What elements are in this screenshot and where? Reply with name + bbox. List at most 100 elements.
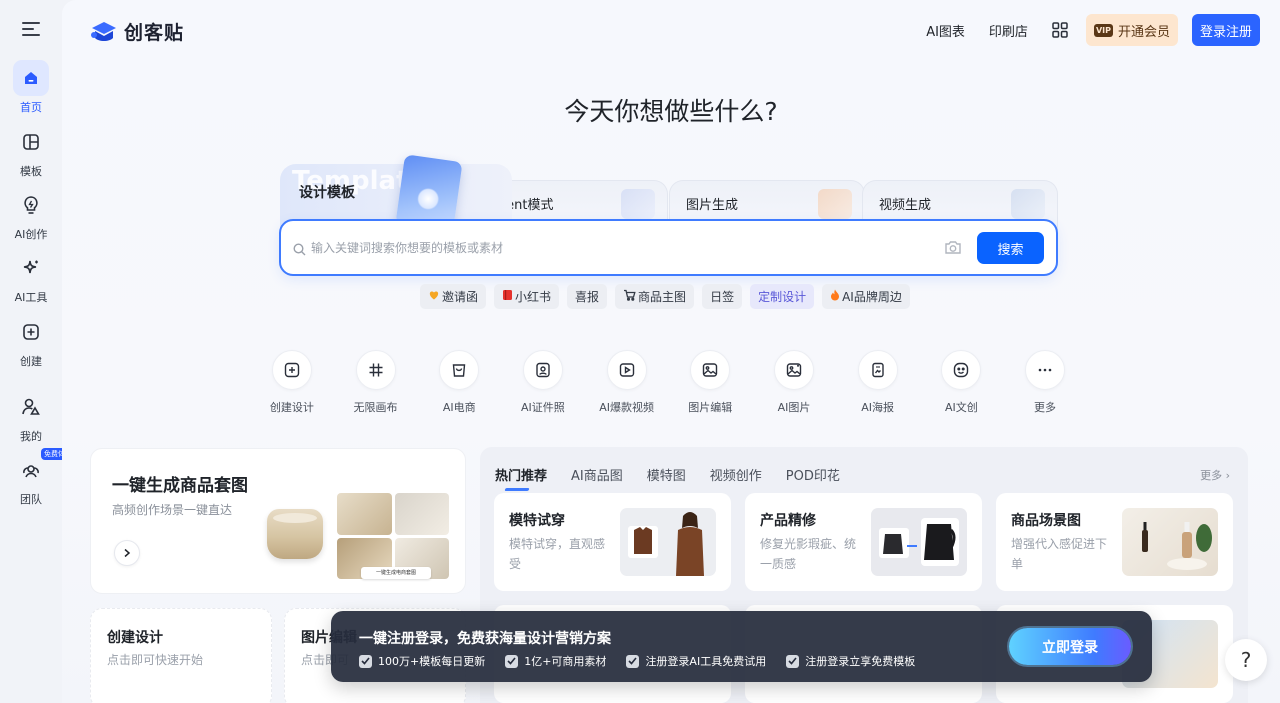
perk-label: 注册登录立享免费模板 (805, 655, 916, 668)
help-button[interactable]: ? (1225, 639, 1267, 681)
tag-label: 日签 (710, 290, 735, 304)
tab-thumbnail (818, 189, 852, 219)
tag-product-main-image[interactable]: 商品主图 (615, 284, 695, 309)
tool-ai-poster[interactable]: AI海报 (836, 350, 920, 415)
tab-model-image[interactable]: 模特图 (647, 465, 686, 484)
feature-card-product-set[interactable]: 一键生成商品套图 高频创作场景一键直达 一键生成电商套图 (90, 448, 466, 594)
tag-label: AI品牌周边 (842, 290, 902, 304)
card-title: 产品精修 (760, 513, 816, 529)
video-icon (606, 350, 647, 390)
quick-tools: 创建设计 无限画布 AI电商 AI证件照 AI爆款视频 图片编辑 AI图片 AI… (250, 350, 1087, 415)
tool-ai-cultural[interactable]: AI文创 (920, 350, 1004, 415)
tab-thumbnail (1011, 189, 1045, 219)
sidebar-item-ai-tools[interactable]: AI工具 (0, 250, 62, 305)
card-model-try-on[interactable]: 模特试穿 模特试穿，直观感受 (494, 493, 731, 591)
more-link[interactable]: 更多 › (1200, 467, 1230, 483)
team-icon: 免费体验 (13, 448, 75, 488)
tool-infinite-canvas[interactable]: 无限画布 (334, 350, 418, 415)
tag-label: 喜报 (575, 290, 600, 304)
page-headline: 今天你想做些什么? (564, 97, 778, 126)
user-shapes-icon (13, 389, 49, 425)
tab-video-creation[interactable]: 视频创作 (710, 465, 762, 484)
login-now-button[interactable]: 立即登录 (1009, 628, 1131, 665)
tab-ai-product-image[interactable]: AI商品图 (571, 465, 623, 484)
sidebar-item-label: AI工具 (14, 291, 48, 304)
search-input[interactable] (311, 236, 911, 260)
sidebar-item-team[interactable]: 免费体验 团队 (0, 448, 75, 507)
tag-good-news[interactable]: 喜报 (567, 284, 608, 309)
tool-label: AI海报 (861, 401, 895, 414)
sidebar-item-label: 首页 (20, 101, 42, 114)
sidebar-item-ai-create[interactable]: AI创作 (0, 187, 62, 242)
tool-ai-viral-video[interactable]: AI爆款视频 (585, 350, 669, 415)
chevron-right-icon: › (1225, 469, 1230, 482)
tab-label: 视频生成 (879, 198, 932, 213)
print-shop-link[interactable]: 印刷店 (989, 21, 1028, 40)
sidebar-item-templates[interactable]: 模板 (0, 124, 62, 179)
tab-hot-recommend[interactable]: 热门推荐 (495, 465, 547, 484)
cart-icon (623, 289, 636, 304)
vip-button[interactable]: VIP 开通会员 (1085, 14, 1178, 46)
tool-image-edit[interactable]: 图片编辑 (668, 350, 752, 415)
sidebar-item-create[interactable]: 创建 (0, 314, 62, 369)
tag-ai-brand-merch[interactable]: AI品牌周边 (822, 284, 910, 309)
card-create-design[interactable]: 创建设计 点击即可快速开始 (90, 608, 272, 703)
tag-label: 邀请函 (442, 290, 479, 304)
tag-custom-design[interactable]: 定制设计 (750, 284, 815, 309)
login-bar-title: 一键注册登录，免费获海量设计营销方案 (359, 631, 611, 647)
tab-label: 设计模板 (299, 185, 355, 201)
check-icon (505, 654, 519, 668)
tool-label: 更多 (1034, 401, 1057, 414)
feature-title: 一键生成商品套图 (112, 476, 248, 496)
bulb-icon (13, 187, 49, 223)
perk-label: 1亿+可商用素材 (524, 655, 607, 668)
tab-thumbnail (621, 189, 655, 219)
hot-tabs: 热门推荐 AI商品图 模特图 视频创作 POD印花 (495, 465, 864, 484)
sidebar-item-home[interactable]: 首页 (0, 60, 62, 115)
brand-logo[interactable]: 创客贴 (90, 18, 184, 45)
perk-label: 100万+模板每日更新 (378, 655, 486, 668)
search-icon (293, 241, 306, 260)
tool-label: 创建设计 (269, 401, 314, 414)
check-icon (626, 654, 640, 668)
plus-square-icon (13, 314, 49, 350)
card-product-scene[interactable]: 商品场景图 增强代入感促进下单 (996, 493, 1233, 591)
tool-ai-ecommerce[interactable]: AI电商 (417, 350, 501, 415)
tag-xiaohongshu[interactable]: 小红书 (494, 284, 560, 309)
check-icon (786, 654, 800, 668)
ai-chart-link[interactable]: AI图表 (926, 21, 965, 40)
tool-label: AI电商 (442, 401, 476, 414)
perk-item: 1亿+可商用素材 (505, 653, 606, 669)
vip-label: 开通会员 (1117, 24, 1170, 40)
tool-more[interactable]: 更多 (1003, 350, 1087, 415)
sidebar-item-label: 创建 (20, 355, 42, 368)
top-nav: AI图表 印刷店 VIP 开通会员 登录注册 (926, 14, 1260, 46)
tool-ai-image[interactable]: AI图片 (752, 350, 836, 415)
tag-daily-sign[interactable]: 日签 (702, 284, 743, 309)
tool-create-design[interactable]: 创建设计 (250, 350, 334, 415)
left-sidebar: 首页 模板 AI创作 AI工具 创建 我的 免费体验 团队 (0, 0, 75, 703)
home-icon (13, 60, 49, 96)
preview-caption: 一键生成电商套图 (361, 567, 431, 579)
tool-ai-id-photo[interactable]: AI证件照 (501, 350, 585, 415)
perk-item: 100万+模板每日更新 (359, 653, 485, 669)
vip-icon: VIP (1093, 23, 1113, 37)
layout-icon (13, 124, 49, 160)
more-icon (1025, 350, 1066, 390)
card-product-retouch[interactable]: 产品精修 修复光影瑕疵、统一质感 (745, 493, 982, 591)
camera-icon[interactable] (944, 239, 962, 259)
more-label: 更多 (1200, 469, 1223, 482)
sidebar-item-mine[interactable]: 我的 (0, 389, 62, 444)
apps-grid-icon[interactable] (1052, 22, 1068, 38)
menu-toggle-icon[interactable] (22, 22, 40, 38)
brand-logo-icon (91, 21, 116, 41)
login-register-button[interactable]: 登录注册 (1191, 14, 1260, 46)
search-button[interactable]: 搜索 (977, 232, 1044, 264)
card-title: 创建设计 (107, 630, 163, 646)
hot-tags: 邀请函 小红书 喜报 商品主图 日签 定制设计 AI品牌周边 (420, 284, 910, 309)
tab-pod-print[interactable]: POD印花 (786, 465, 840, 484)
tool-label: AI图片 (777, 401, 811, 414)
chevron-right-icon[interactable] (114, 540, 140, 566)
tag-invitation[interactable]: 邀请函 (420, 284, 487, 309)
fire-icon (830, 289, 840, 304)
